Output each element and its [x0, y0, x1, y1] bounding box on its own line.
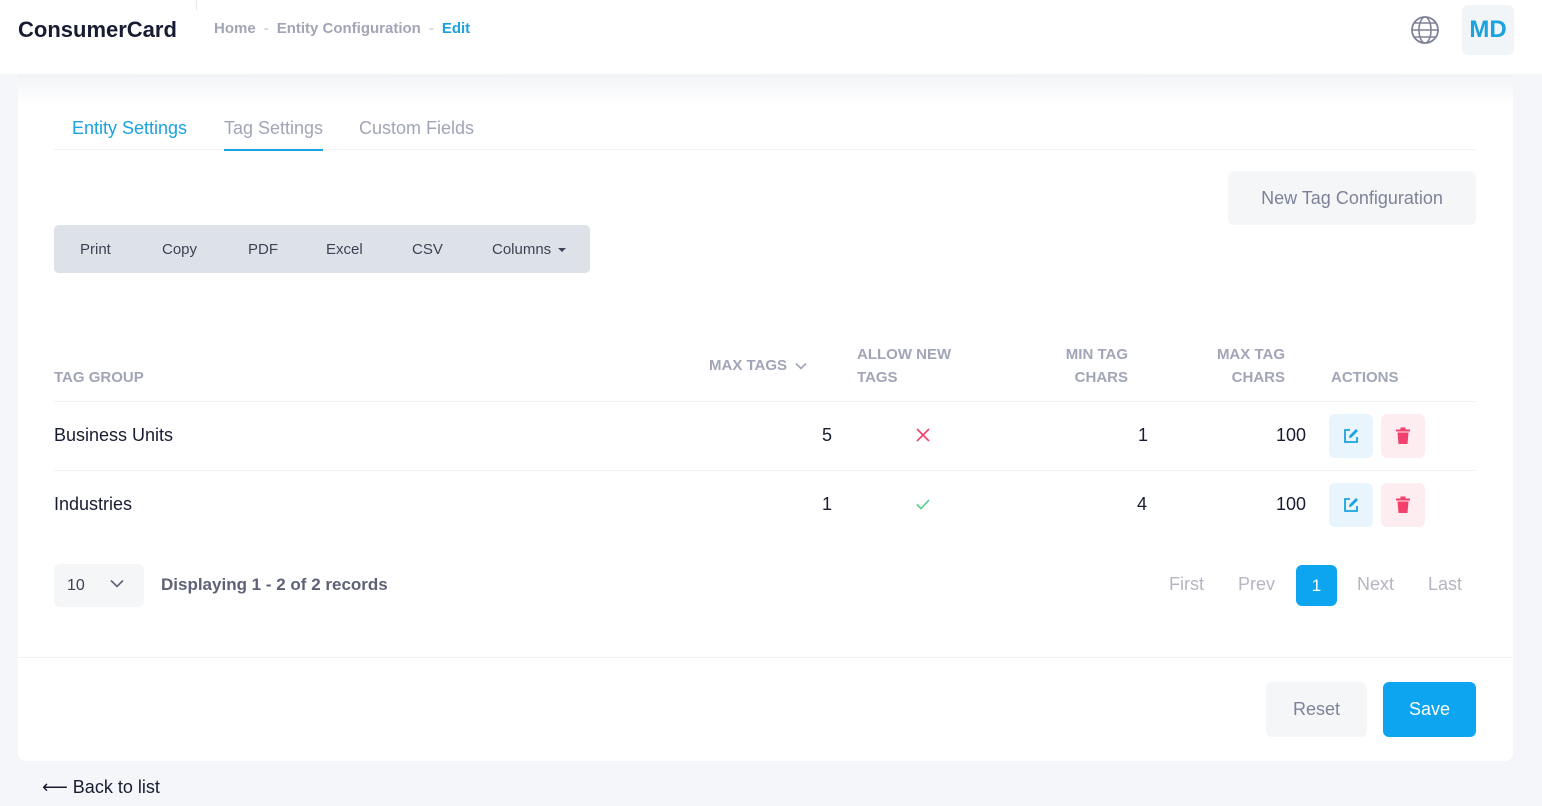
delete-button[interactable] — [1381, 483, 1425, 527]
new-tag-configuration-button[interactable]: New Tag Configuration — [1228, 171, 1476, 225]
export-button-group: Print Copy PDF Excel CSV Columns — [54, 225, 590, 273]
delete-button[interactable] — [1381, 414, 1425, 458]
header-line: MAX TAG — [1216, 346, 1285, 363]
cell-min-tag-chars: 1 — [1137, 425, 1148, 445]
edit-icon — [1344, 429, 1358, 443]
header-max-tag-chars[interactable]: MAX TAG CHARS — [1185, 343, 1285, 389]
header-actions: ACTIONS — [1331, 369, 1399, 386]
cell-max-tags: 5 — [821, 425, 832, 445]
header-min-tag-chars[interactable]: MIN TAG CHARS — [1028, 343, 1128, 389]
tab-tag-settings[interactable]: Tag Settings — [224, 118, 324, 151]
save-button[interactable]: Save — [1383, 682, 1476, 737]
records-info: Displaying 1 - 2 of 2 records — [161, 575, 388, 594]
brand-logo[interactable]: ConsumerCard — [18, 17, 177, 43]
row-divider — [54, 470, 1476, 471]
csv-button[interactable]: CSV — [412, 241, 443, 258]
reset-button[interactable]: Reset — [1266, 682, 1367, 737]
cross-icon — [916, 428, 930, 442]
trash-icon — [1396, 496, 1410, 513]
chevron-down-icon — [110, 579, 124, 588]
cell-tag-group: Industries — [54, 494, 133, 514]
cell-max-tag-chars: 100 — [1275, 494, 1306, 514]
edit-button[interactable] — [1329, 414, 1373, 458]
cell-min-tag-chars: 4 — [1136, 494, 1147, 514]
globe-icon[interactable] — [1409, 14, 1441, 46]
header-line: TAGS — [857, 369, 898, 386]
sort-chevron-icon — [795, 362, 807, 370]
breadcrumb-separator: - — [263, 20, 269, 37]
breadcrumb: Home - Entity Configuration - Edit — [214, 20, 470, 37]
pagination-page-1[interactable]: 1 — [1296, 565, 1337, 606]
page-size-value: 10 — [67, 576, 85, 594]
columns-button[interactable]: Columns — [492, 241, 567, 258]
breadcrumb-home[interactable]: Home — [214, 20, 256, 37]
pagination-last[interactable]: Last — [1428, 574, 1462, 595]
header-line: CHARS — [1231, 369, 1285, 386]
pagination-prev[interactable]: Prev — [1238, 574, 1275, 595]
header-tag-group[interactable]: TAG GROUP — [54, 366, 144, 389]
pagination-first[interactable]: First — [1169, 574, 1204, 595]
header-max-tags-label: MAX TAGS — [709, 357, 788, 374]
cell-tag-group: Business Units — [54, 425, 174, 445]
print-button[interactable]: Print — [80, 241, 111, 258]
footer-divider — [18, 657, 1513, 658]
back-to-list-link[interactable]: ⟵ Back to list — [42, 777, 160, 798]
breadcrumb-separator: - — [428, 20, 434, 37]
brand-divider — [196, 0, 197, 10]
edit-icon — [1344, 498, 1358, 512]
caret-down-icon — [558, 248, 567, 253]
columns-label: Columns — [492, 241, 552, 258]
pdf-button[interactable]: PDF — [248, 241, 278, 258]
card-shadow — [18, 74, 1513, 104]
row-divider — [54, 401, 1476, 402]
tab-entity-settings[interactable]: Entity Settings — [72, 118, 187, 149]
settings-tabs: Entity Settings Tag Settings Custom Fiel… — [54, 104, 1476, 151]
pagination-next[interactable]: Next — [1357, 574, 1394, 595]
header-line: MIN TAG — [1065, 346, 1128, 363]
page-size-select[interactable]: 10 — [54, 564, 144, 607]
trash-icon — [1396, 427, 1410, 444]
cell-max-tags: 1 — [821, 494, 832, 514]
edit-button[interactable] — [1329, 483, 1373, 527]
check-icon — [916, 499, 930, 510]
header-line: ALLOW NEW — [857, 346, 952, 363]
copy-button[interactable]: Copy — [162, 241, 197, 258]
main-card: Entity Settings Tag Settings Custom Fiel… — [18, 74, 1513, 761]
user-avatar[interactable]: MD — [1462, 5, 1514, 55]
breadcrumb-edit: Edit — [441, 20, 471, 37]
cell-max-tag-chars: 100 — [1275, 425, 1306, 445]
top-navbar: ConsumerCard Home - Entity Configuration… — [0, 0, 1542, 74]
breadcrumb-entity-configuration[interactable]: Entity Configuration — [277, 20, 421, 37]
header-max-tags[interactable]: MAX TAGS — [709, 354, 807, 377]
header-line: CHARS — [1074, 369, 1128, 386]
header-allow-new-tags[interactable]: ALLOW NEW TAGS — [857, 343, 951, 389]
excel-button[interactable]: Excel — [326, 241, 363, 258]
tab-custom-fields[interactable]: Custom Fields — [359, 118, 474, 149]
